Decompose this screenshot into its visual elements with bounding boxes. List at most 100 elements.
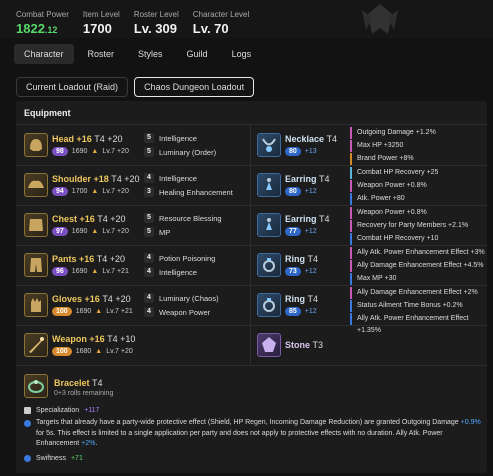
shoulder-armor-icon[interactable] bbox=[24, 173, 48, 197]
engraving-level: 5 bbox=[144, 147, 154, 157]
tab-roster[interactable]: Roster bbox=[78, 44, 125, 64]
earring-icon[interactable] bbox=[257, 173, 281, 197]
engraving-label: Luminary (Chaos) bbox=[159, 293, 219, 303]
quality-badge: 100 bbox=[52, 307, 72, 316]
head-armor-icon[interactable] bbox=[24, 133, 48, 157]
nav-tabs: Character Roster Styles Guild Logs bbox=[14, 44, 261, 64]
ring-name: Ring T4 bbox=[285, 254, 318, 264]
bonus-value: +13 bbox=[304, 148, 317, 155]
loadout-chaos-button[interactable]: Chaos Dungeon Loadout bbox=[134, 77, 255, 97]
ring-meta: 85 +12 bbox=[285, 307, 317, 316]
tab-styles[interactable]: Styles bbox=[128, 44, 173, 64]
shoulder-meta: 94 1700 ▲ Lv.7 +20 bbox=[52, 187, 129, 196]
effect-line: Weapon Power +0.8% bbox=[350, 180, 427, 192]
weapon-meta: 100 1680 ▲ Lv.7 +20 bbox=[52, 347, 133, 356]
pants-meta: 96 1690 ▲ Lv.7 +21 bbox=[52, 267, 129, 276]
transcend-level: Lv.7 +20 bbox=[102, 188, 129, 195]
chest-armor-icon[interactable] bbox=[24, 213, 48, 237]
quality-badge: 80 bbox=[285, 147, 301, 156]
bonus-value: +12 bbox=[304, 308, 317, 315]
equipment-panel: Equipment Head +16 T4 +20 98 1690 ▲ Lv.7… bbox=[16, 101, 487, 473]
tab-logs[interactable]: Logs bbox=[222, 44, 262, 64]
earring-icon[interactable] bbox=[257, 213, 281, 237]
ring-tier: T4 bbox=[307, 254, 319, 264]
quality-badge: 94 bbox=[52, 187, 68, 196]
gloves-name: Gloves +16 T4 +20 bbox=[52, 294, 131, 304]
combat-power-decimal: .12 bbox=[44, 25, 58, 35]
item-level-value: 1700 bbox=[82, 21, 112, 36]
necklace-icon[interactable] bbox=[257, 133, 281, 157]
ability-stone-icon[interactable] bbox=[257, 333, 281, 357]
chest-name-text: Chest +16 bbox=[52, 214, 95, 224]
earring-tier: T4 bbox=[319, 174, 330, 184]
chest-meta: 97 1690 ▲ Lv.7 +20 bbox=[52, 227, 129, 236]
effect-line: Ally Atk. Power Enhancement Effect +1.35… bbox=[350, 313, 487, 334]
pants-armor-icon[interactable] bbox=[24, 253, 48, 277]
loadout-raid-button[interactable]: Current Loadout (Raid) bbox=[16, 77, 129, 97]
bracelet-rolls: 0+3 rolls remaining bbox=[54, 390, 114, 397]
bracelet-tier: T4 bbox=[92, 378, 103, 388]
engraving-level: 5 bbox=[144, 227, 154, 237]
bracelet-effect-description: Targets that already have a party-wide p… bbox=[24, 418, 484, 450]
effect-line: Combat HP Recovery +25 bbox=[350, 167, 438, 179]
quality-badge: 80 bbox=[285, 187, 301, 196]
chest-tier: T4 +20 bbox=[97, 214, 126, 224]
tab-character[interactable]: Character bbox=[14, 44, 74, 64]
quality-badge: 100 bbox=[52, 347, 72, 356]
gloves-armor-icon[interactable] bbox=[24, 293, 48, 317]
combat-power-stat: Combat Power 1822.12 bbox=[16, 10, 69, 36]
effect-line: Recovery for Party Members +2.1% bbox=[350, 220, 468, 232]
tab-guild[interactable]: Guild bbox=[177, 44, 218, 64]
pants-tier: T4 +20 bbox=[96, 254, 126, 264]
engraving-2: 5 MP bbox=[144, 227, 170, 237]
pants-name-text: Pants +16 bbox=[52, 254, 95, 264]
engraving-label: Intelligence bbox=[159, 133, 197, 143]
ring-meta: 73 +12 bbox=[285, 267, 317, 276]
bracelet-name-text: Bracelet bbox=[54, 378, 90, 388]
quality-badge: 98 bbox=[52, 147, 68, 156]
weapon-icon[interactable] bbox=[24, 333, 48, 357]
engraving-level: 4 bbox=[144, 307, 154, 317]
engraving-label: MP bbox=[159, 227, 171, 237]
effect-line: Outgoing Damage +1.2% bbox=[350, 127, 436, 139]
engraving-label: Healing Enhancement bbox=[159, 187, 233, 197]
ring-name-text: Ring bbox=[285, 254, 305, 264]
engraving-1: 5 Resource Blessing bbox=[144, 213, 222, 223]
engraving-level: 5 bbox=[144, 133, 154, 143]
bonus-value: +12 bbox=[304, 228, 317, 235]
earring-name: Earring T4 bbox=[285, 214, 330, 224]
shoulder-name-text: Shoulder +18 bbox=[52, 174, 109, 184]
swiftness-line: Swiftness +71 bbox=[24, 455, 83, 462]
weapon-name-text: Weapon +16 bbox=[52, 334, 105, 344]
weapon-name: Weapon +16 T4 +10 bbox=[52, 334, 135, 344]
stone-tier: T3 bbox=[312, 340, 324, 350]
engraving-label: Luminary (Order) bbox=[159, 147, 217, 157]
character-level-stat: Character Level Lv. 70 bbox=[193, 10, 249, 36]
head-name: Head +16 T4 +20 bbox=[52, 134, 123, 144]
flame-icon: ▲ bbox=[91, 188, 99, 195]
loadout-switcher: Current Loadout (Raid) Chaos Dungeon Loa… bbox=[16, 77, 255, 97]
bracelet-icon[interactable] bbox=[24, 374, 48, 398]
roster-level-value: Lv. 309 bbox=[133, 21, 177, 36]
effect-highlight-1: +0.9% bbox=[460, 419, 481, 426]
swiftness-label: Swiftness bbox=[36, 455, 66, 462]
effect-line: Max MP +30 bbox=[350, 273, 396, 285]
lock-icon bbox=[24, 407, 31, 414]
item-level: 1690 bbox=[71, 148, 88, 155]
combat-power-label: Combat Power bbox=[16, 10, 69, 19]
quality-badge: 77 bbox=[285, 227, 301, 236]
effect-line: Status Ailment Time Bonus +0.2% bbox=[350, 300, 463, 312]
engraving-2: 5 Luminary (Order) bbox=[144, 147, 216, 157]
class-emblem-icon bbox=[362, 4, 398, 34]
gloves-name-text: Gloves +16 bbox=[52, 294, 100, 304]
bonus-value: +12 bbox=[304, 268, 317, 275]
earring-tier: T4 bbox=[319, 214, 330, 224]
head-tier: T4 +20 bbox=[94, 134, 123, 144]
ring-icon[interactable] bbox=[257, 253, 281, 277]
equipment-title: Equipment bbox=[24, 108, 71, 118]
bonus-value: +12 bbox=[304, 188, 317, 195]
ring-icon[interactable] bbox=[257, 293, 281, 317]
roster-level-label: Roster Level bbox=[133, 10, 179, 19]
necklace-meta: 80 +13 bbox=[285, 147, 317, 156]
flame-icon: ▲ bbox=[95, 348, 103, 355]
